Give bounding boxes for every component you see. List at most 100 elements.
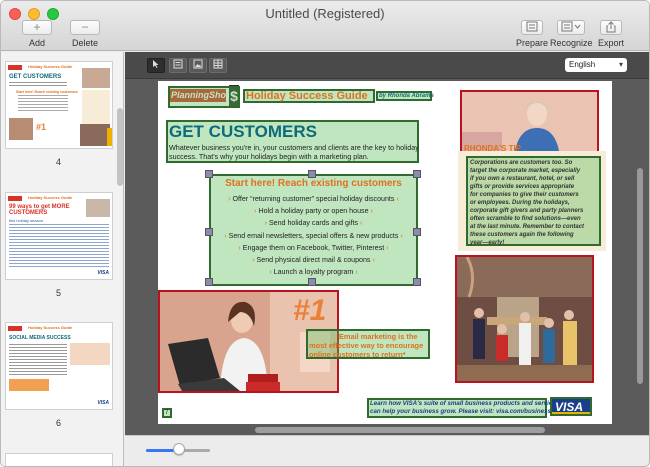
tip-line: or employees. During the holidays, (470, 200, 570, 206)
footer-text: Learn how VISA's suite of small business… (370, 400, 559, 416)
add-label: Add (28, 38, 45, 48)
stat-line: Email marketing is the (339, 332, 418, 341)
text-area-box[interactable]: by Rhonda Abrams (376, 91, 434, 101)
bullet-item: › Send physical direct mail & coupons ‹ (252, 256, 375, 265)
stat-line: most effective way to encourage (309, 341, 424, 350)
thumb-logo (8, 196, 22, 201)
thumb-logo (8, 326, 22, 331)
page-number-5: 5 (55, 288, 61, 298)
footer-line: can help your business grow. Please visi… (370, 408, 551, 415)
app-window: Untitled (Registered) + Add − Delete Pre… (0, 0, 650, 467)
thumb-sub: this holiday season (9, 218, 44, 223)
tip-line: gifts or provide services appropriate (470, 184, 575, 190)
language-value: English (569, 60, 596, 69)
page-thumbnail-5[interactable]: Holiday Success Guide 99 ways to get MOR… (5, 192, 113, 280)
recognize-button[interactable]: Recognize (550, 20, 593, 48)
delete-button[interactable]: − Delete (69, 20, 101, 48)
resize-handle[interactable] (413, 170, 421, 178)
page-number: 7 (165, 410, 169, 416)
resize-handle[interactable] (205, 170, 213, 178)
bullet-item: › Send holiday cards and gifts ‹ (264, 219, 363, 228)
tip-line: corporate gift givers and party planners (470, 208, 584, 214)
prepare-label: Prepare (515, 38, 549, 48)
thumb-heading: SOCIAL MEDIA SUCCESS (9, 335, 71, 341)
thumb-photo (86, 199, 110, 217)
thumb-heading: GET CUSTOMERS (9, 74, 62, 80)
resize-handle[interactable] (413, 278, 421, 286)
start-title: Start here! Reach existing customers (225, 178, 402, 189)
page-thumbnail-6[interactable]: Holiday Success Guide SOCIAL MEDIA SUCCE… (5, 322, 113, 410)
text-area-mode-button[interactable] (169, 58, 187, 73)
thumb-visa-logo: VISA (97, 270, 109, 276)
tip-line: target the corporate market, especially (470, 168, 581, 174)
table-area-mode-button[interactable] (209, 58, 227, 73)
select-mode-button[interactable] (147, 58, 165, 73)
text-area-box[interactable]: Email marketing is the most effective wa… (306, 329, 430, 359)
bullet-list: › Offer “returning customer” special hol… (211, 193, 416, 278)
page-thumbnail-4[interactable]: Holiday Success Guide GET CUSTOMERS Star… (5, 61, 113, 149)
delete-label: Delete (71, 38, 98, 48)
thumb-logo (8, 65, 22, 70)
export-label: Export (597, 38, 624, 48)
hotel-lobby-photo-icon (457, 257, 592, 381)
picture-area-mode-button[interactable] (189, 58, 207, 73)
thumb-photo (9, 118, 33, 140)
zoom-slider-knob[interactable] (173, 443, 185, 455)
text-area-box[interactable]: GET CUSTOMERS Whatever business you're i… (166, 120, 419, 163)
resize-handle[interactable] (308, 170, 316, 178)
zoom-bar (125, 435, 649, 466)
export-button[interactable]: Export (595, 20, 627, 48)
window-title: Untitled (Registered) (265, 6, 385, 21)
sidebar-scrollbar[interactable] (117, 108, 123, 186)
tip-line: Corporations are customers too. So (470, 160, 573, 166)
document-area: English ▾ PlanningShop $ Holiday Success… (125, 52, 649, 466)
text-area-box[interactable]: Learn how VISA's suite of small business… (367, 398, 559, 418)
mode-toolbar: English ▾ (125, 52, 649, 79)
page-number-4: 4 (55, 157, 61, 167)
language-select[interactable]: English ▾ (565, 58, 627, 72)
thumb-tip (82, 90, 110, 124)
text-area-box[interactable]: 7 (162, 408, 172, 418)
picture-area-box[interactable] (168, 86, 240, 108)
visa-stripe (552, 412, 590, 414)
page-thumbnail-7-partial[interactable] (5, 453, 113, 466)
intro-line: success. That's why your holidays begin … (169, 152, 369, 161)
header-title: Holiday Success Guide (246, 90, 368, 102)
thumb-list-lines (9, 224, 109, 268)
selected-text-area-box[interactable]: Start here! Reach existing customers › O… (209, 174, 418, 286)
thumb-heading: 99 ways to get MORE CUSTOMERS (9, 204, 70, 216)
plus-icon: + (22, 20, 52, 35)
resize-handle[interactable] (308, 278, 316, 286)
text-area-icon (173, 59, 183, 69)
number-one-badge: #1 (293, 294, 327, 327)
tip-line: year—early! (470, 240, 505, 246)
text-area-box[interactable]: Corporations are customers too. So targe… (466, 156, 601, 246)
resize-handle[interactable] (205, 228, 213, 236)
tip-line: for companies to give their customers (470, 192, 579, 198)
text-area-box[interactable]: Holiday Success Guide (243, 89, 375, 103)
prepare-button[interactable]: Prepare (515, 20, 549, 48)
add-button[interactable]: + Add (21, 20, 53, 48)
tip-line: these customers again the following (470, 232, 574, 238)
tip-line: if you own a restaurant, hotel, or sell (470, 176, 575, 182)
horizontal-scrollbar[interactable] (255, 427, 545, 433)
picture-area-box[interactable] (455, 255, 594, 383)
page-number-6: 6 (55, 418, 61, 428)
vertical-scrollbar[interactable] (637, 168, 643, 384)
stat-line: online customers to return* (309, 350, 406, 359)
picture-area-box[interactable]: VISA (550, 397, 592, 416)
thumb-sub: Start here! Reach existing customers (16, 90, 78, 94)
bullet-item: › Launch a loyalty program ‹ (269, 268, 358, 277)
resize-handle[interactable] (205, 278, 213, 286)
bullet-item: › Hold a holiday party or open house ‹ (254, 207, 373, 216)
tip-text: Corporations are customers too. So targe… (470, 159, 584, 247)
footer-line: Learn how VISA's suite of small business… (370, 400, 560, 407)
recognize-icon (557, 20, 585, 35)
thumb-text-lines (9, 344, 67, 376)
share-icon (600, 20, 622, 35)
prepare-icon (521, 20, 543, 35)
resize-handle[interactable] (413, 228, 421, 236)
thumb-bullets (18, 95, 68, 113)
bullet-item: › Send email newsletters, special offers… (224, 231, 403, 240)
table-icon (213, 59, 223, 69)
